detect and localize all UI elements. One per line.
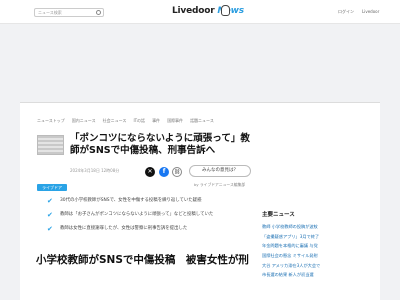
check-icon: ✔ [47, 211, 53, 219]
breadcrumb: ニューストップ 国内ニュース 社会ニュース ITの話 事件 国際事件 話題ニュー… [37, 118, 214, 124]
article-headline: 「ポンコツにならないように頑張って」教師がSNSで中傷投稿、刑事告訴へ [70, 133, 250, 156]
search-input[interactable]: ニュース検索 [34, 8, 104, 17]
breadcrumb-item[interactable]: 事件 [152, 118, 160, 124]
summary-point-text: 30代の小学校教師がSNSで、女性を中傷する投稿を繰り返していた疑惑 [60, 198, 202, 203]
breadcrumb-item[interactable]: ニューストップ [37, 118, 65, 124]
sidebar-news-item[interactable]: 教師 小学校教師の投稿が波紋 [262, 222, 377, 232]
summary-points: ✔ 30代の小学校教師がSNSで、女性を中傷する投稿を繰り返していた疑惑 ✔ 教… [47, 197, 257, 239]
sidebar-news-list: 教師 小学校教師の投稿が波紋 「盗撮疑惑アプリ」3月で終了 年金問題を本格的に審… [262, 222, 377, 280]
search-placeholder: ニュース検索 [38, 10, 62, 15]
article-byline: by ライブドアニュース編集部 [194, 182, 246, 187]
sidebar-news-item[interactable]: 年金問題を本格的に審議 与党 [262, 241, 377, 251]
top-bar: ニュース検索 Livedoor News ログイン Livedoor [0, 0, 400, 24]
summary-point: ✔ 教師は女性に直接謝罪したが、女性は警察に刑事告訴を提出した [47, 225, 257, 239]
sidebar-news-item[interactable]: 「盗撮疑惑アプリ」3月で終了 [262, 232, 377, 242]
breadcrumb-item[interactable]: 社会ニュース [103, 118, 127, 124]
copy-link-icon[interactable]: ⛓ [172, 167, 182, 177]
summary-point: ✔ 30代の小学校教師がSNSで、女性を中傷する投稿を繰り返していた疑惑 [47, 197, 257, 211]
register-link[interactable]: Livedoor [362, 9, 379, 14]
sidebar-title: 主要ニュース [262, 212, 295, 218]
source-tag[interactable]: ライブドア [37, 184, 67, 191]
summary-point-text: 教師は女性に直接謝罪したが、女性は警察に刑事告訴を提出した [60, 226, 188, 231]
check-icon: ✔ [47, 225, 53, 233]
breadcrumb-item[interactable]: 話題ニュース [190, 118, 214, 124]
breadcrumb-item[interactable]: 国内ニュース [72, 118, 96, 124]
site-logo[interactable]: Livedoor News [172, 6, 244, 16]
article-subheadline: 小学校教師がSNSで中傷投稿 被害女性が刑 [36, 254, 249, 266]
x-share-icon[interactable]: ✕ [145, 167, 155, 177]
summary-point-text: 教師は「お子さんがポンコツにならないように頑張って」などと投稿していた [60, 212, 214, 217]
mascot-icon [221, 5, 230, 16]
article-thumbnail[interactable] [37, 135, 64, 155]
sidebar-news-item[interactable]: 国際社会の懸念 ミサイル発射 [262, 251, 377, 261]
summary-point: ✔ 教師は「お子さんがポンコツにならないように頑張って」などと投稿していた [47, 211, 257, 225]
logo-main: Livedoor [172, 6, 215, 16]
breadcrumb-item[interactable]: ITの話 [133, 118, 145, 124]
sidebar-news-item[interactable]: 大谷 アメリカ滞在3人が大会で [262, 261, 377, 271]
breadcrumb-item[interactable]: 国際事件 [167, 118, 183, 124]
login-link[interactable]: ログイン [338, 9, 354, 15]
facebook-share-icon[interactable]: f [159, 167, 169, 177]
search-icon[interactable] [96, 10, 101, 15]
sidebar-news-item[interactable]: 市長選の結果 新人が初当選 [262, 270, 377, 280]
opinion-button[interactable]: みんなの意見は？ [189, 165, 251, 177]
check-icon: ✔ [47, 197, 53, 205]
article-date: 2024年3月18日 12時08分 [70, 168, 120, 173]
